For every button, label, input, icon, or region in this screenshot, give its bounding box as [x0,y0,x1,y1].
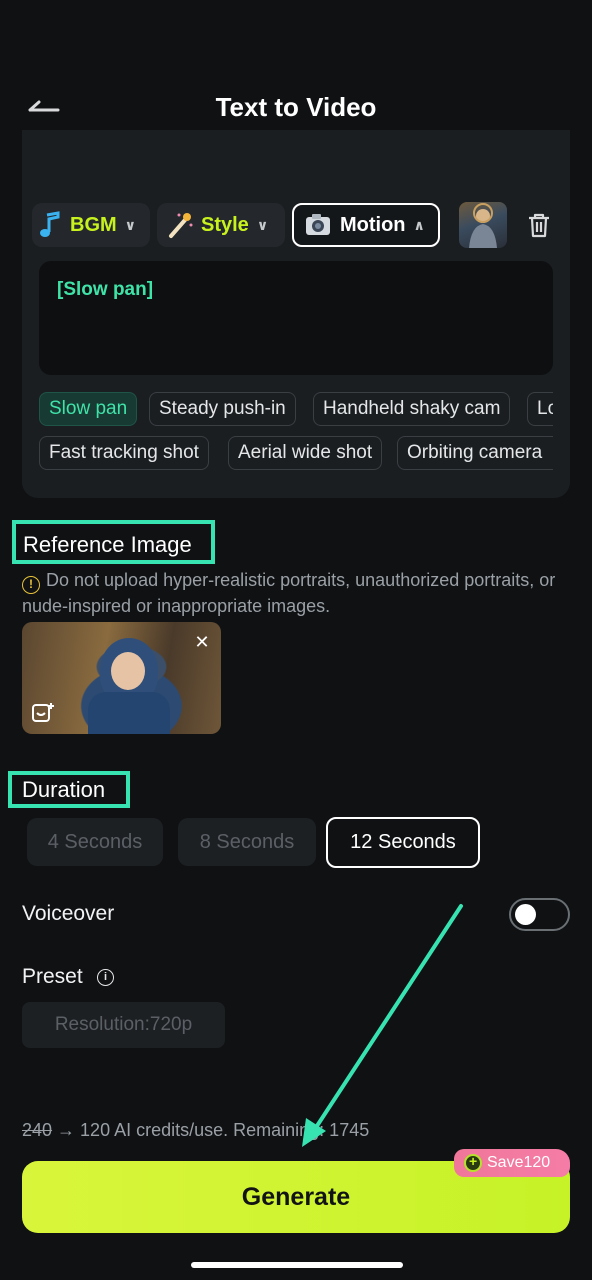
save-badge: Save120 [454,1149,570,1177]
info-icon[interactable]: i [97,969,114,986]
duration-title: Duration [22,777,106,802]
style-button[interactable]: Style ∨ [157,203,285,247]
reference-warning: ! Do not upload hyper-realistic portraits… [22,568,562,619]
warning-icon: ! [22,576,40,594]
tag-steady-push-in[interactable]: Steady push-in [149,392,296,426]
style-label: Style [201,213,249,236]
voiceover-label: Voiceover [22,902,115,925]
prompt-input[interactable]: [Slow pan] [39,261,553,375]
music-note-icon [40,211,60,237]
thumbnail-figure-icon [469,203,497,248]
tag-aerial-wide-shot[interactable]: Aerial wide shot [228,436,383,470]
resolution-button[interactable]: Resolution:720p [22,1002,225,1048]
image-edit-icon[interactable] [30,700,56,726]
prompt-toolbar: BGM ∨ Style ∨ Motion ∧ [22,202,570,248]
toggle-knob [515,904,536,925]
credit-coin-icon [464,1153,482,1172]
camera-icon [306,214,330,235]
duration-12s-button[interactable]: 12 Seconds [326,817,480,868]
chevron-down-icon: ∨ [124,216,137,233]
tag-lo[interactable]: Lo [527,392,553,426]
credits-info: 240 → 120 AI credits/use. Remaining: 174… [22,1120,369,1141]
prompt-card: BGM ∨ Style ∨ Motion ∧ [Slow pan] Slow p… [22,130,570,498]
tag-orbiting-camera[interactable]: Orbiting camera [397,436,553,470]
reference-warning-text: Do not upload hyper-realistic portraits,… [22,570,556,616]
motion-label: Motion [340,213,406,236]
save-badge-label: Save120 [487,1154,551,1171]
home-indicator [191,1262,403,1268]
bgm-button[interactable]: BGM ∨ [32,203,150,247]
tag-slow-pan[interactable]: Slow pan [39,392,138,426]
duration-4s-button[interactable]: 4 Seconds [27,818,163,866]
voiceover-toggle[interactable] [509,898,570,931]
credits-text: → 120 AI credits/use. Remaining: 1745 [52,1120,370,1140]
reference-image[interactable]: ✕ [22,622,221,734]
preset-label: Preset [22,965,83,988]
header: Text to Video [0,0,592,140]
motion-button[interactable]: Motion ∧ [292,203,440,247]
style-thumbnail[interactable] [459,202,507,248]
trash-icon[interactable] [524,210,554,240]
page-title: Text to Video [215,92,377,122]
reference-photo-body [88,692,170,734]
motion-tags: Slow pan Steady push-in Handheld shaky c… [39,392,553,472]
duration-8s-button[interactable]: 8 Seconds [178,818,316,866]
chevron-down-icon: ∨ [256,216,269,233]
tag-fast-tracking-shot[interactable]: Fast tracking shot [39,436,209,470]
chevron-up-icon: ∧ [413,216,425,233]
prompt-text: [Slow pan] [57,279,154,300]
original-credits: 240 [22,1120,53,1140]
magic-wand-icon [169,213,193,238]
tag-handheld-shaky-cam[interactable]: Handheld shaky cam [313,392,511,426]
bgm-label: BGM [70,213,117,236]
close-icon[interactable]: ✕ [190,630,214,654]
reference-image-title: Reference Image [23,532,192,557]
reference-photo-face [111,652,145,690]
